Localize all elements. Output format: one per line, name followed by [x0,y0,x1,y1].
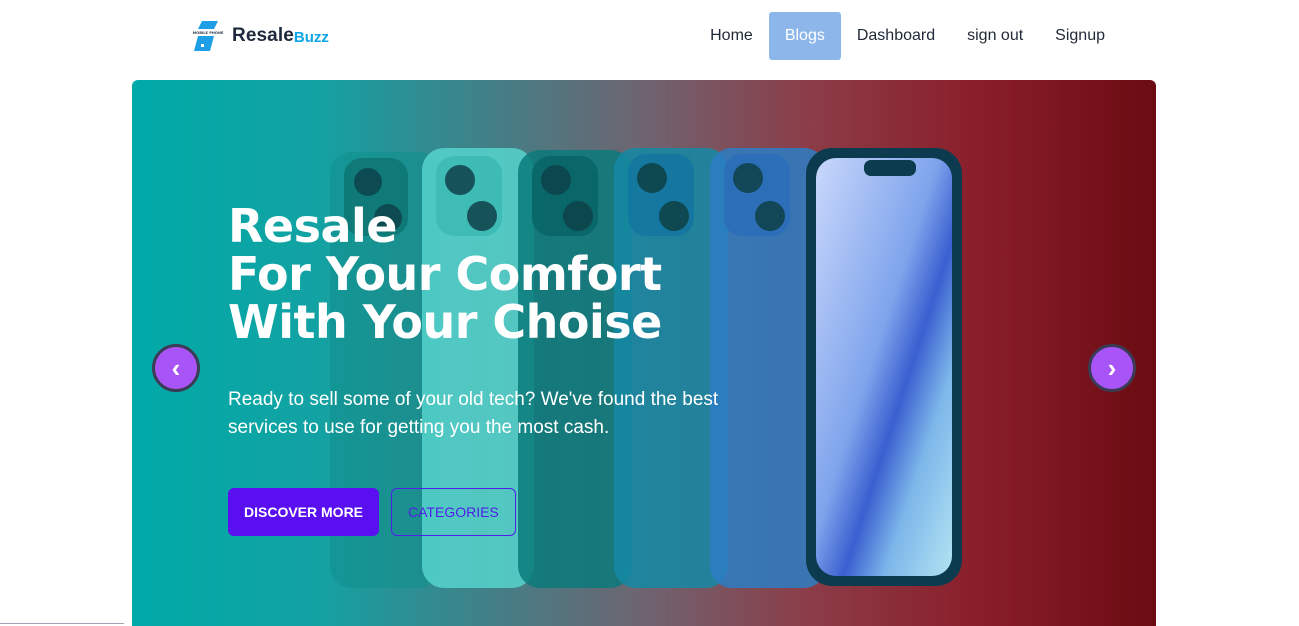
nav-home[interactable]: Home [694,12,769,60]
chevron-right-icon: › [1107,353,1117,383]
svg-text:MOBILE PHONE: MOBILE PHONE [193,31,224,35]
carousel-prev-button[interactable]: ‹ [152,344,200,392]
navbar: MOBILE PHONE Resale Buzz Home Blogs Dashb… [0,0,1299,72]
discover-more-button[interactable]: DISCOVER MORE [228,488,380,536]
divider [0,623,124,624]
nav-blogs[interactable]: Blogs [768,12,841,60]
brand-name: Resale [232,25,294,46]
phone-store-logo-icon: MOBILE PHONE [192,20,224,52]
hero-text: Resale For Your Comfort With Your Choise [228,202,662,346]
carousel-next-button[interactable]: › [1088,344,1136,392]
hero-title: Resale For Your Comfort With Your Choise [228,199,662,349]
hero-carousel: Resale For Your Comfort With Your Choise… [132,80,1156,626]
nav-dashboard[interactable]: Dashboard [841,12,951,60]
main-nav: Home Blogs Dashboard sign out Signup [694,12,1121,60]
nav-sign-out[interactable]: sign out [951,12,1039,60]
hero-subtitle: Ready to sell some of your old tech? We'… [228,389,719,438]
categories-button[interactable]: CATEGORIES [391,488,516,536]
brand-logo-link[interactable]: MOBILE PHONE Resale Buzz [192,20,329,52]
chevron-left-icon: ‹ [171,353,181,383]
nav-signup[interactable]: Signup [1039,12,1121,60]
brand-accent: Buzz [293,29,329,46]
